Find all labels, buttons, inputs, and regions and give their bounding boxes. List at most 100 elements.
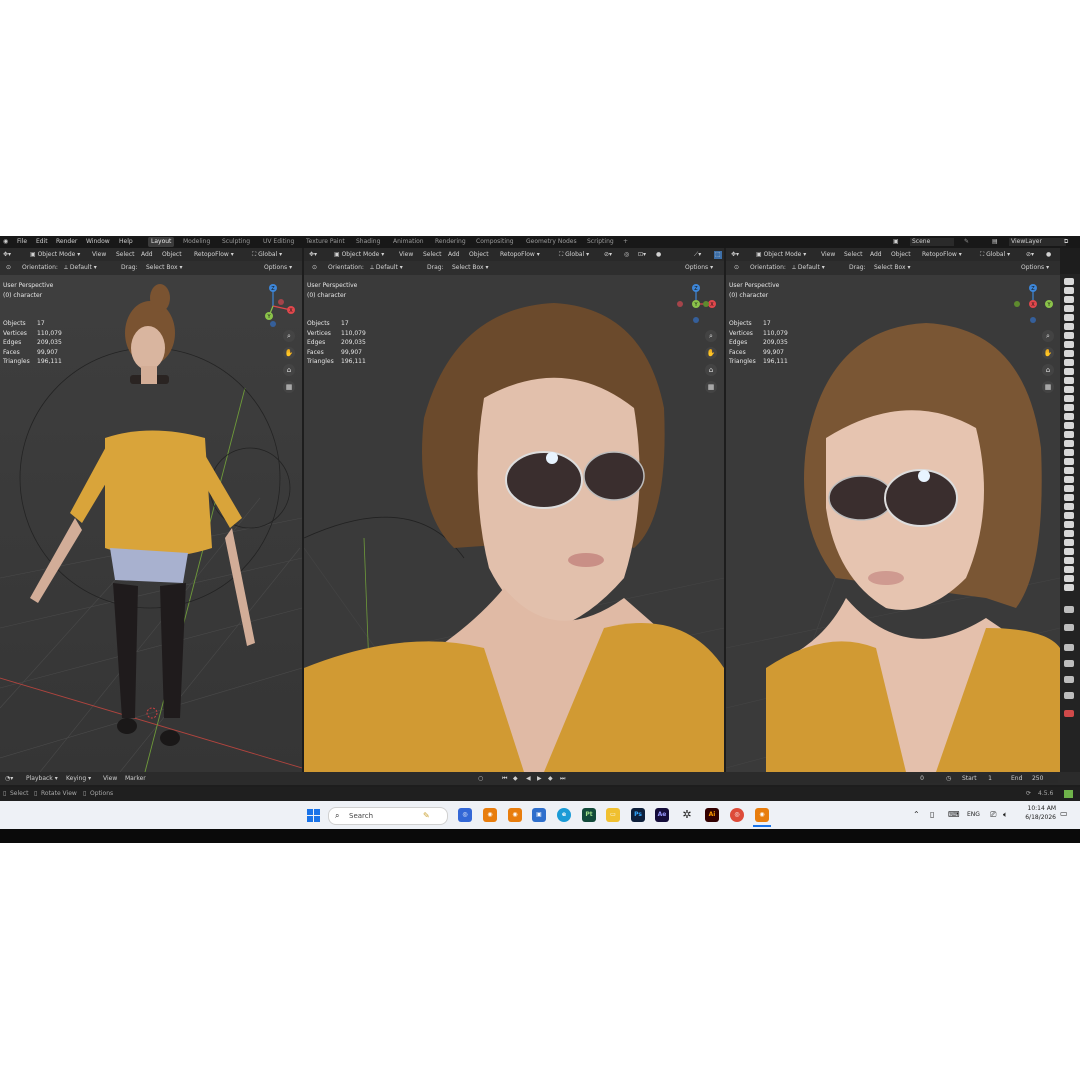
blender-logo-icon[interactable]: ◉ (3, 238, 8, 246)
camera-icon[interactable] (1064, 584, 1074, 591)
edge-browser-icon[interactable]: e (557, 808, 571, 822)
pan-hand-icon[interactable]: ✋ (705, 347, 717, 359)
tab-layout[interactable]: Layout (148, 237, 175, 247)
tray-keyboard-icon[interactable]: ⌨ (948, 810, 960, 819)
camera-icon[interactable] (1064, 278, 1074, 285)
viewport-face-side[interactable]: ✥▾ ▣ Object Mode ▾ View Select Add Objec… (726, 248, 1060, 772)
navigation-gizmo[interactable]: Z Y X (1009, 282, 1057, 330)
tab-modeling[interactable]: Modeling (180, 237, 213, 247)
camera-icon[interactable] (1064, 485, 1074, 492)
world-properties-icon[interactable] (1064, 692, 1074, 699)
snapping-icon[interactable]: ⊘▾ (1026, 251, 1034, 259)
camera-icon[interactable] (1064, 440, 1074, 447)
shading-solid-icon[interactable]: ● (656, 251, 661, 259)
camera-icon[interactable] (1064, 305, 1074, 312)
camera-icon[interactable] (1064, 386, 1074, 393)
proportional-editing-icon[interactable]: ◎ (624, 251, 629, 259)
menu-view[interactable]: View (92, 251, 106, 259)
viewport-full-body[interactable]: ✥▾ ▣ Object Mode ▾ View Select Add Objec… (0, 248, 302, 772)
transform-orientation-dropdown[interactable]: ⛶ Global ▾ (980, 251, 1010, 259)
pan-hand-icon[interactable]: ✋ (1042, 347, 1054, 359)
gizmo-x-label[interactable]: X (1031, 302, 1035, 308)
orientation-dropdown[interactable]: ⟂ Default ▾ (792, 264, 825, 272)
transform-orientation-dropdown[interactable]: ⛶ Global ▾ (252, 251, 282, 259)
menu-playback[interactable]: Playback ▾ (26, 775, 58, 783)
camera-icon[interactable] (1064, 467, 1074, 474)
camera-view-icon[interactable]: ⌂ (283, 364, 295, 376)
illustrator-icon[interactable]: Ai (705, 808, 719, 822)
camera-view-icon[interactable]: ⌂ (705, 364, 717, 376)
perspective-grid-icon[interactable]: ▦ (1042, 381, 1054, 393)
camera-icon[interactable] (1064, 476, 1074, 483)
menu-window[interactable]: Window (86, 238, 110, 246)
timeline-editor-icon[interactable]: ◔▾ (5, 775, 13, 783)
gizmo-z-label[interactable]: Z (271, 286, 275, 292)
camera-icon[interactable] (1064, 449, 1074, 456)
gizmo-x-label[interactable]: X (710, 302, 714, 308)
snapping-icon[interactable]: ⊘▾ (604, 251, 612, 259)
mode-dropdown[interactable]: ▣ Object Mode ▾ (332, 251, 387, 259)
camera-icon[interactable] (1064, 359, 1074, 366)
tab-animation[interactable]: Animation (390, 237, 427, 247)
jump-start-icon[interactable]: ⏮ (502, 775, 507, 783)
navigation-gizmo[interactable]: Z X Y (672, 282, 720, 330)
camera-icon[interactable] (1064, 323, 1074, 330)
scene-selector[interactable]: Scene (910, 238, 955, 246)
menu-edit[interactable]: Edit (36, 238, 48, 246)
camera-icon[interactable] (1064, 314, 1074, 321)
camera-icon[interactable] (1064, 287, 1074, 294)
object-properties-icon[interactable] (1064, 710, 1074, 717)
camera-icon[interactable] (1064, 557, 1074, 564)
menu-add[interactable]: Add (870, 251, 882, 259)
tool-icon[interactable]: ⊙ (734, 264, 739, 272)
tab-texture-paint[interactable]: Texture Paint (303, 237, 348, 247)
tab-shading[interactable]: Shading (353, 237, 383, 247)
camera-icon[interactable] (1064, 350, 1074, 357)
tool-icon[interactable]: ⊙ (312, 264, 317, 272)
zoom-icon[interactable]: ⌕ (283, 330, 295, 342)
options-dropdown[interactable]: Options ▾ (1021, 264, 1049, 272)
output-properties-icon[interactable] (1064, 644, 1074, 651)
zoom-icon[interactable]: ⌕ (1042, 330, 1054, 342)
menu-object[interactable]: Object (162, 251, 182, 259)
menu-view[interactable]: View (821, 251, 835, 259)
prev-keyframe-icon[interactable]: ◆ (513, 775, 518, 783)
overlays-icon[interactable]: ⊡▾ (638, 251, 646, 259)
perspective-grid-icon[interactable]: ▦ (705, 381, 717, 393)
menu-help[interactable]: Help (119, 238, 133, 246)
tray-volume-icon[interactable]: 🔈︎ (1003, 810, 1008, 820)
drag-dropdown[interactable]: Select Box ▾ (146, 264, 183, 272)
camera-icon[interactable] (1064, 368, 1074, 375)
drag-dropdown[interactable]: Select Box ▾ (452, 264, 489, 272)
camera-icon[interactable] (1064, 566, 1074, 573)
tab-geometry-nodes[interactable]: Geometry Nodes (523, 237, 580, 247)
camera-icon[interactable] (1064, 332, 1074, 339)
viewport-face-front[interactable]: ✥▾ ▣ Object Mode ▾ View Select Add Objec… (304, 248, 724, 772)
menu-file[interactable]: File (17, 238, 27, 246)
tray-date[interactable]: 6/18/2026 (1020, 814, 1056, 821)
camera-icon[interactable] (1064, 494, 1074, 501)
gizmo-z-label[interactable]: Z (694, 286, 698, 292)
tray-time[interactable]: 10:14 AM (1022, 805, 1056, 812)
drag-dropdown[interactable]: Select Box ▾ (874, 264, 911, 272)
after-effects-icon[interactable]: Ae (655, 808, 669, 822)
camera-icon[interactable] (1064, 539, 1074, 546)
camera-icon[interactable] (1064, 341, 1074, 348)
tab-uv-editing[interactable]: UV Editing (260, 237, 297, 247)
camera-icon[interactable] (1064, 548, 1074, 555)
view-layer-properties-icon[interactable] (1064, 660, 1074, 667)
retopoflow-menu[interactable]: RetopoFlow ▾ (500, 251, 540, 259)
tool-properties-icon[interactable] (1064, 606, 1074, 613)
render-properties-icon[interactable] (1064, 624, 1074, 631)
menu-keying[interactable]: Keying ▾ (66, 775, 91, 783)
scene-properties-icon[interactable] (1064, 676, 1074, 683)
menu-timeline-view[interactable]: View (103, 775, 117, 783)
camera-view-icon[interactable]: ⌂ (1042, 364, 1054, 376)
menu-render[interactable]: Render (56, 238, 77, 246)
options-dropdown[interactable]: Options ▾ (685, 264, 713, 272)
tray-overflow-icon[interactable]: ⌃ (913, 810, 920, 819)
menu-view[interactable]: View (399, 251, 413, 259)
add-workspace-button[interactable]: + (620, 237, 631, 247)
camera-icon[interactable] (1064, 422, 1074, 429)
orientation-dropdown[interactable]: ⟂ Default ▾ (64, 264, 97, 272)
